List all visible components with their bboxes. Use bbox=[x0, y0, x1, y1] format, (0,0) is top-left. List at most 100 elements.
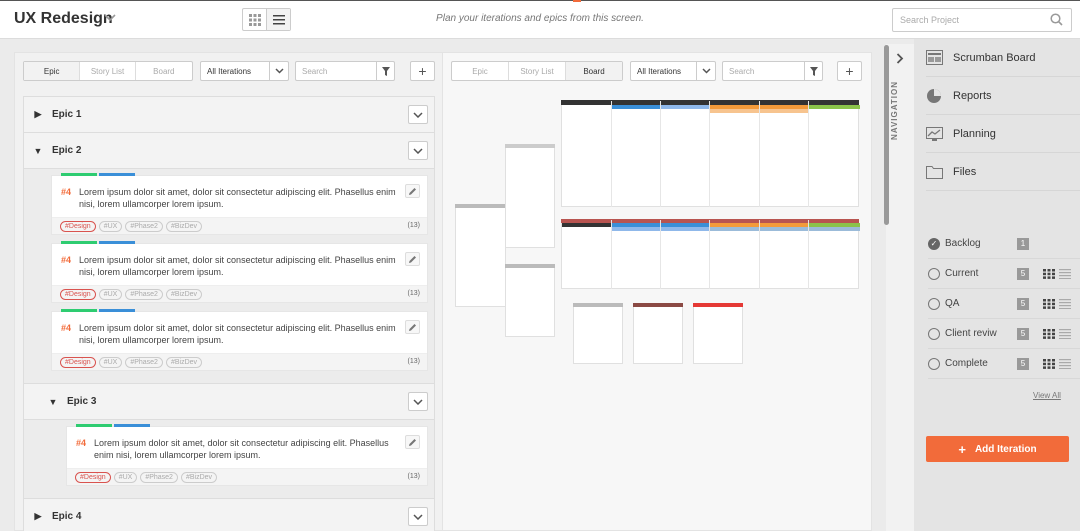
story-card[interactable]: #4 Lorem ipsum dolor sit amet, dolor sit… bbox=[51, 309, 428, 371]
iteration-label: Complete bbox=[945, 358, 988, 369]
story-tags: #Design #UX #Phase2 #BizDev bbox=[60, 357, 203, 368]
tag[interactable]: #UX bbox=[98, 289, 123, 300]
sidebar-item-label: Files bbox=[953, 165, 977, 178]
tab-board[interactable]: Board bbox=[565, 62, 622, 80]
epic-expand-button[interactable] bbox=[408, 105, 428, 124]
grid-view-icon[interactable] bbox=[1043, 329, 1055, 342]
add-iteration-button[interactable]: + Add Iteration bbox=[926, 436, 1069, 462]
sidebar-item-label: Scrumban Board bbox=[953, 51, 1036, 64]
grid-view-icon[interactable] bbox=[1043, 299, 1055, 312]
tag[interactable]: #Phase2 bbox=[125, 289, 163, 300]
tab-story-list[interactable]: Story List bbox=[508, 62, 565, 80]
list-view-icon[interactable] bbox=[1059, 269, 1071, 282]
caret-right-icon[interactable]: ▶ bbox=[24, 109, 52, 120]
iteration-item-complete[interactable]: Complete 5 bbox=[928, 349, 1080, 379]
iteration-item-qa[interactable]: QA 5 bbox=[928, 289, 1080, 319]
epic-expand-button[interactable] bbox=[408, 507, 428, 526]
chevron-down-icon[interactable] bbox=[696, 62, 715, 80]
tag[interactable]: #Design bbox=[60, 289, 96, 300]
top-border bbox=[0, 0, 1080, 1]
list-view-icon[interactable] bbox=[266, 9, 290, 30]
pencil-icon[interactable] bbox=[405, 320, 420, 334]
tab-epic[interactable]: Epic bbox=[452, 62, 508, 80]
epic-search-input[interactable]: Search bbox=[295, 61, 395, 81]
check-icon[interactable]: ✓ bbox=[928, 237, 940, 250]
filter-icon[interactable] bbox=[376, 62, 394, 80]
iteration-select[interactable]: All Iterations bbox=[630, 61, 716, 81]
chevron-right-icon[interactable] bbox=[896, 53, 904, 67]
tag[interactable]: #Design bbox=[60, 357, 96, 368]
radio-icon[interactable] bbox=[928, 357, 940, 370]
grid-view-icon[interactable] bbox=[1043, 269, 1055, 282]
view-all-link[interactable]: View All bbox=[1033, 391, 1061, 400]
board-search-input[interactable]: Search bbox=[722, 61, 823, 81]
epic-label: Epic 2 bbox=[52, 145, 82, 156]
iteration-item-current[interactable]: Current 5 bbox=[928, 259, 1080, 289]
list-view-icon[interactable] bbox=[1059, 299, 1071, 312]
tag[interactable]: #UX bbox=[98, 221, 123, 232]
story-card[interactable]: #4 Lorem ipsum dolor sit amet, dolor sit… bbox=[66, 424, 428, 486]
tag[interactable]: #Design bbox=[60, 221, 96, 232]
tag[interactable]: #Phase2 bbox=[125, 357, 163, 368]
search-icon[interactable] bbox=[1050, 13, 1063, 28]
epic-expand-button[interactable] bbox=[408, 141, 428, 160]
epic-row[interactable]: ▶ Epic 1 bbox=[23, 96, 435, 132]
epic-expand-button[interactable] bbox=[408, 392, 428, 411]
tag[interactable]: #BizDev bbox=[165, 289, 203, 300]
tag[interactable]: #Phase2 bbox=[125, 221, 163, 232]
story-card[interactable]: #4 Lorem ipsum dolor sit amet, dolor sit… bbox=[51, 241, 428, 303]
caret-down-icon[interactable]: ▼ bbox=[24, 146, 52, 156]
tag[interactable]: #UX bbox=[98, 357, 123, 368]
add-epic-button[interactable]: + bbox=[410, 61, 435, 81]
radio-icon[interactable] bbox=[928, 267, 940, 280]
sidebar-item-planning[interactable]: Planning bbox=[926, 115, 1080, 153]
chevron-down-icon[interactable] bbox=[269, 62, 288, 80]
grid-view-icon[interactable] bbox=[1043, 359, 1055, 372]
grid-view-icon[interactable] bbox=[243, 9, 266, 30]
iteration-select[interactable]: All Iterations bbox=[200, 61, 289, 81]
tab-epic[interactable]: Epic bbox=[24, 62, 80, 80]
filter-icon[interactable] bbox=[804, 62, 822, 80]
list-view-icon[interactable] bbox=[1059, 359, 1071, 372]
tag[interactable]: #BizDev bbox=[165, 357, 203, 368]
caret-right-icon[interactable]: ▶ bbox=[24, 511, 52, 522]
story-color-bars bbox=[61, 173, 135, 176]
caret-down-icon[interactable]: ▼ bbox=[39, 397, 67, 407]
epic-row[interactable]: ▶ Epic 4 bbox=[23, 498, 435, 531]
iteration-item-backlog[interactable]: ✓ Backlog 1 bbox=[928, 229, 1080, 259]
tag[interactable]: #BizDev bbox=[165, 221, 203, 232]
add-board-item-button[interactable]: + bbox=[837, 61, 862, 81]
board-column bbox=[455, 204, 506, 307]
epic-row[interactable]: ▼ Epic 3 bbox=[23, 383, 435, 419]
tab-story-list[interactable]: Story List bbox=[79, 62, 134, 80]
story-text: Lorem ipsum dolor sit amet, dolor sit co… bbox=[79, 255, 396, 277]
sidebar-item-reports[interactable]: Reports bbox=[926, 77, 1080, 115]
scrollbar[interactable] bbox=[884, 45, 889, 225]
story-color-bars bbox=[76, 424, 150, 427]
story-text: Lorem ipsum dolor sit amet, dolor sit co… bbox=[79, 323, 396, 345]
story-footer: #Design #UX #Phase2 #BizDev (13) bbox=[67, 468, 427, 485]
radio-icon[interactable] bbox=[928, 297, 940, 310]
iteration-item-client-review[interactable]: Client reviw 5 bbox=[928, 319, 1080, 349]
epic-list: ▶ Epic 1 ▼ Epic 2 #4 Lorem ipsum dolor s… bbox=[23, 96, 435, 531]
search-project-input[interactable]: Search Project bbox=[892, 8, 1072, 32]
project-dropdown-icon[interactable] bbox=[104, 13, 116, 25]
story-card[interactable]: #4 Lorem ipsum dolor sit amet, dolor sit… bbox=[51, 173, 428, 235]
tag[interactable]: #Phase2 bbox=[140, 472, 178, 483]
pencil-icon[interactable] bbox=[405, 252, 420, 266]
pencil-icon[interactable] bbox=[405, 184, 420, 198]
tab-board[interactable]: Board bbox=[134, 62, 192, 80]
story-text: Lorem ipsum dolor sit amet, dolor sit co… bbox=[79, 187, 396, 209]
tag[interactable]: #Design bbox=[75, 472, 111, 483]
board-column bbox=[505, 144, 555, 248]
pencil-icon[interactable] bbox=[405, 435, 420, 449]
tag[interactable]: #BizDev bbox=[180, 472, 218, 483]
sidebar-item-scrumban-board[interactable]: Scrumban Board bbox=[926, 39, 1080, 77]
project-title[interactable]: UX Redesign bbox=[14, 10, 113, 28]
list-view-icon[interactable] bbox=[1059, 329, 1071, 342]
radio-icon[interactable] bbox=[928, 327, 940, 340]
epic-row[interactable]: ▼ Epic 2 bbox=[23, 132, 435, 168]
tag[interactable]: #UX bbox=[113, 472, 138, 483]
folder-icon bbox=[926, 165, 953, 179]
sidebar-item-files[interactable]: Files bbox=[926, 153, 1080, 191]
